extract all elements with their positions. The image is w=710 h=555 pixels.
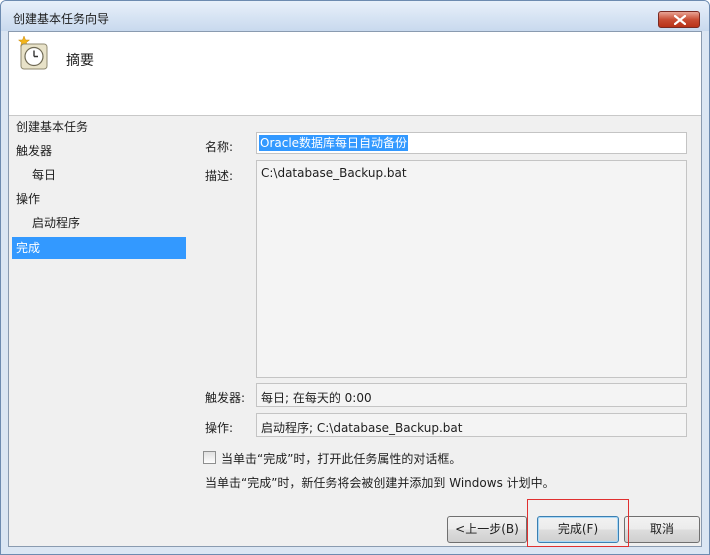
action-field: 启动程序; C:\database_Backup.bat xyxy=(256,413,687,437)
step-trigger: 触发器 xyxy=(16,144,53,158)
trigger-field: 每日; 在每天的 0:00 xyxy=(256,383,687,407)
name-label: 名称: xyxy=(205,140,234,154)
window-title: 创建基本任务向导 xyxy=(13,12,110,26)
finish-button[interactable]: 完成(F) xyxy=(537,516,619,543)
close-icon xyxy=(674,15,686,25)
step-finish: 完成 xyxy=(12,237,186,259)
close-button[interactable] xyxy=(658,11,700,28)
trigger-value: 每日; 在每天的 0:00 xyxy=(261,391,372,405)
back-button[interactable]: <上一步(B) xyxy=(447,516,527,543)
step-create-basic-task: 创建基本任务 xyxy=(16,120,89,134)
name-value: Oracle数据库每日自动备份 xyxy=(259,135,409,151)
action-value: 启动程序; C:\database_Backup.bat xyxy=(261,421,463,435)
name-field[interactable]: Oracle数据库每日自动备份 xyxy=(256,132,687,154)
info-text: 当单击“完成”时，新任务将会被创建并添加到 Windows 计划中。 xyxy=(205,476,555,490)
page-title: 摘要 xyxy=(66,53,94,69)
step-daily: 每日 xyxy=(32,168,57,182)
step-start-program: 启动程序 xyxy=(32,216,81,230)
action-label: 操作: xyxy=(205,421,234,435)
cancel-button[interactable]: 取消 xyxy=(624,516,700,543)
trigger-label: 触发器: xyxy=(205,391,246,405)
open-properties-checkbox[interactable] xyxy=(203,451,216,464)
description-label: 描述: xyxy=(205,169,234,183)
title-bar[interactable]: 创建基本任务向导 xyxy=(1,1,709,31)
clock-icon xyxy=(17,35,49,73)
wizard-window: 创建基本任务向导 摘要 创建基本任务 触发器 每日 操作 启动程序 完成 名称:… xyxy=(0,0,710,555)
wizard-header: 摘要 xyxy=(9,32,701,116)
description-value: C:\database_Backup.bat xyxy=(261,166,407,180)
step-action: 操作 xyxy=(16,192,41,206)
description-field[interactable]: C:\database_Backup.bat xyxy=(256,160,687,378)
checkbox-label[interactable]: 当单击“完成”时，打开此任务属性的对话框。 xyxy=(221,450,461,467)
wizard-body: 摘要 创建基本任务 触发器 每日 操作 启动程序 完成 名称: Oracle数据… xyxy=(8,31,702,547)
